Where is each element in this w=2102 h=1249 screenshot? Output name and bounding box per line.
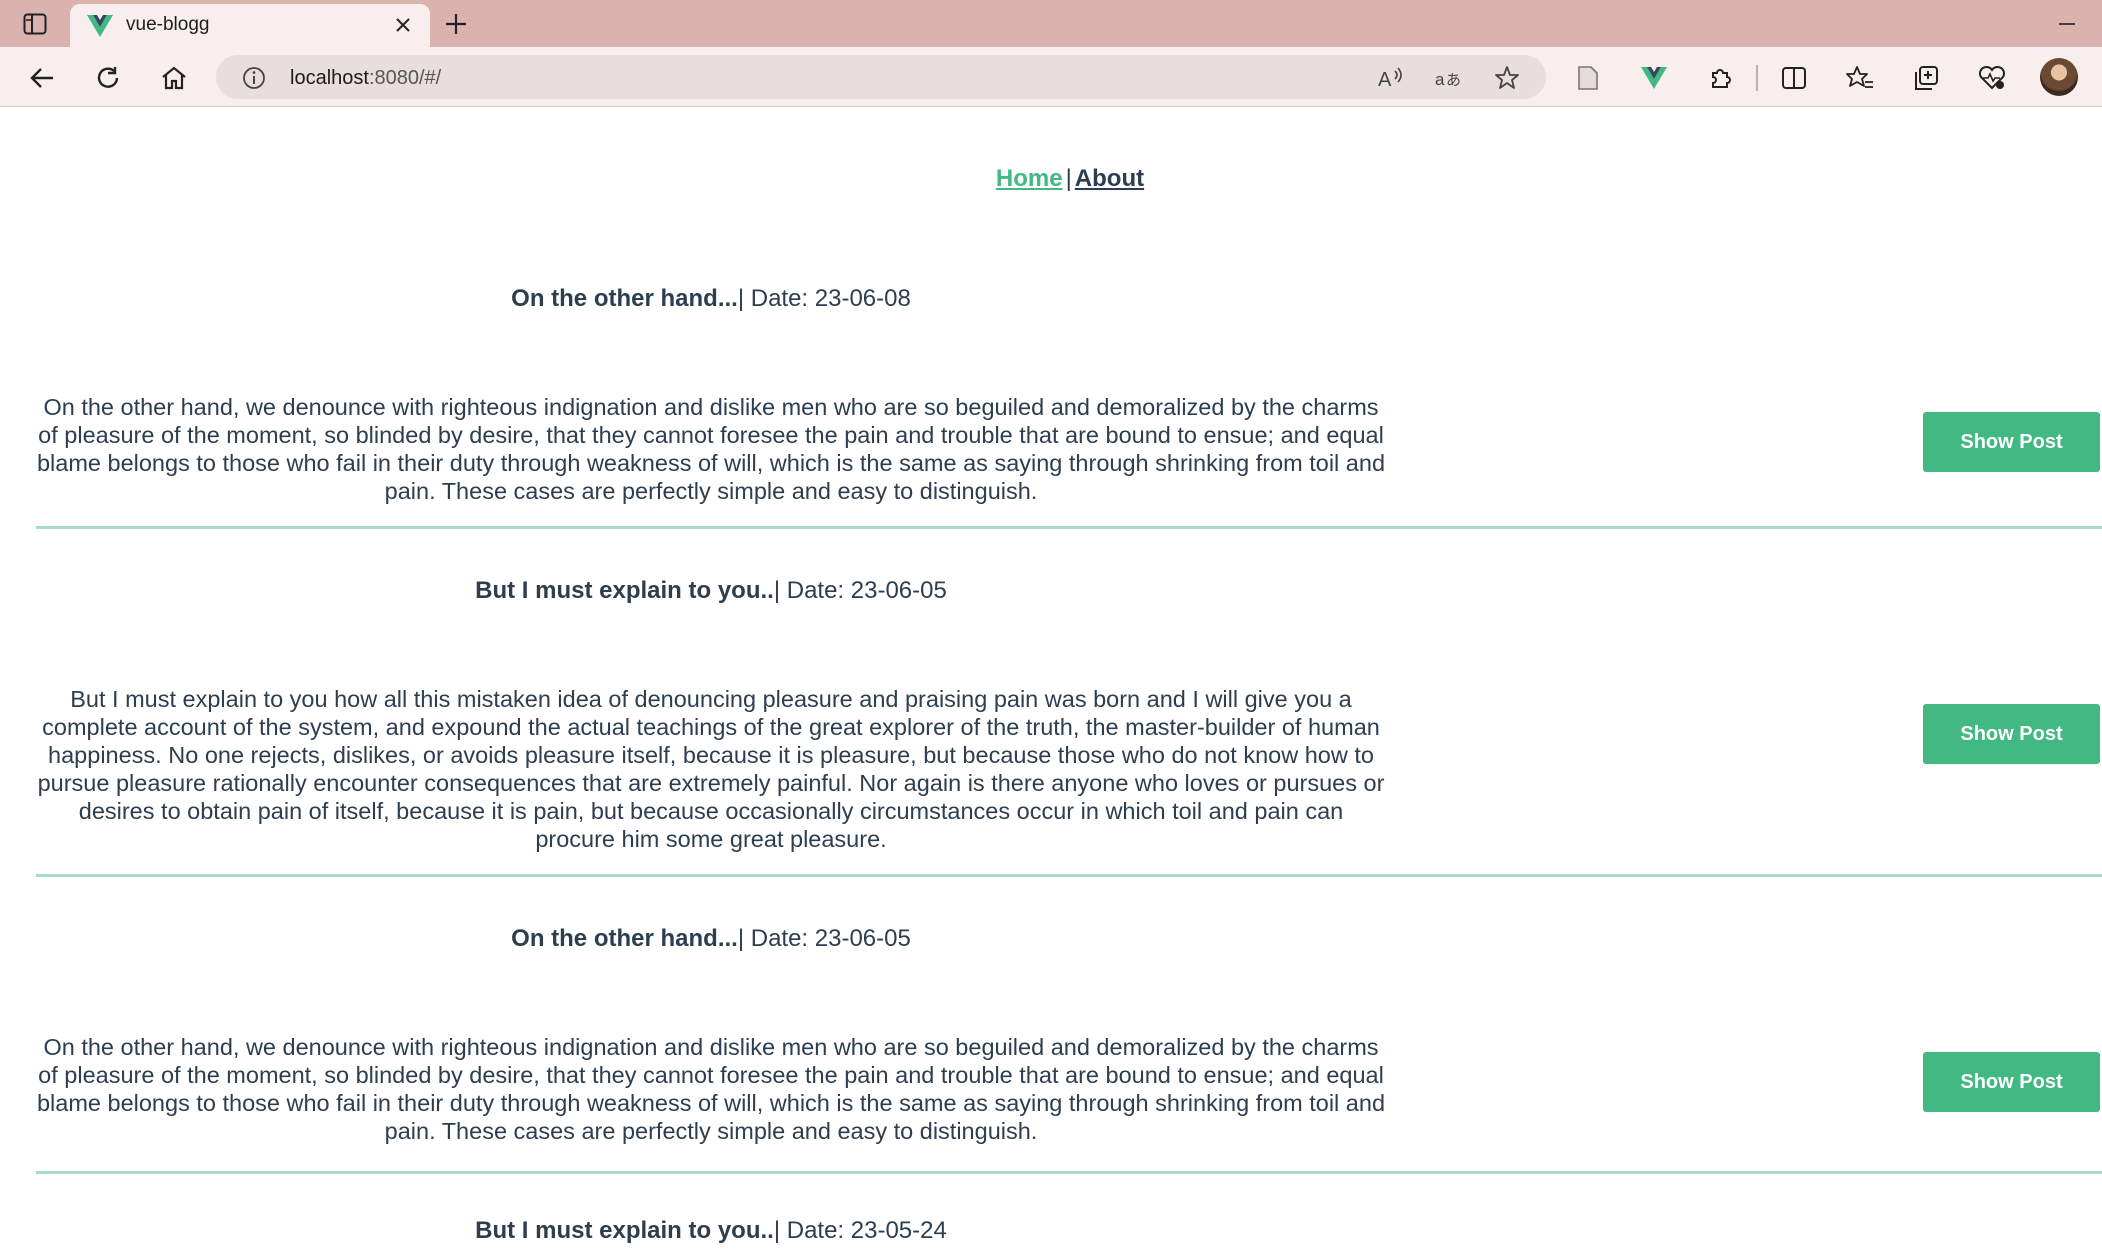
tab-strip: vue-blogg	[0, 0, 2102, 47]
read-aloud-icon[interactable]: A	[1376, 65, 1404, 96]
vue-devtools-icon[interactable]	[1636, 60, 1672, 96]
browser-toolbar: localhost:8080/#/ A aあ	[0, 47, 2102, 107]
toolbar-separator	[1756, 65, 1758, 91]
vue-logo-icon	[87, 14, 113, 43]
post-header: On the other hand...| Date: 23-06-08	[36, 285, 1386, 313]
new-tab-icon[interactable]	[440, 8, 472, 40]
post-body: On the other hand, we denounce with righ…	[36, 394, 1386, 504]
browser-tab[interactable]: vue-blogg	[70, 4, 430, 47]
address-bar[interactable]: localhost:8080/#/ A aあ	[216, 55, 1546, 99]
show-post-button[interactable]: Show Post	[1923, 412, 2100, 472]
favorites-icon[interactable]	[1842, 60, 1878, 96]
minimize-icon[interactable]	[2050, 10, 2084, 38]
post-date: | Date: 23-05-24	[773, 1217, 947, 1244]
collections-icon[interactable]	[1908, 60, 1944, 96]
post-header: But I must explain to you..| Date: 23-05…	[36, 1217, 1386, 1245]
translate-icon[interactable]: aあ	[1434, 65, 1462, 96]
refresh-icon[interactable]	[90, 60, 126, 96]
split-screen-icon[interactable]	[1776, 60, 1812, 96]
tab-actions-icon[interactable]	[20, 10, 50, 38]
url-text[interactable]: localhost:8080/#/	[290, 67, 441, 90]
svg-text:あ: あ	[1446, 71, 1461, 89]
post-title: But I must explain to you..	[475, 577, 774, 604]
tab-title: vue-blogg	[126, 14, 210, 35]
page-content: Home | About On the other hand...| Date: 2…	[0, 107, 2102, 1249]
top-nav: Home | About	[0, 165, 2102, 193]
nav-home-link[interactable]: Home	[996, 165, 1063, 192]
post-date: | Date: 23-06-05	[773, 577, 947, 604]
nav-separator: |	[1065, 165, 1072, 192]
svg-text:a: a	[1435, 70, 1445, 89]
post-title: On the other hand...	[511, 925, 738, 952]
browser-essentials-icon[interactable]	[1974, 60, 2010, 96]
nav-about-link[interactable]: About	[1075, 165, 1144, 192]
profile-avatar[interactable]	[2040, 58, 2078, 96]
post-header: On the other hand...| Date: 23-06-05	[36, 925, 1386, 953]
svg-text:A: A	[1378, 69, 1392, 91]
show-post-button[interactable]: Show Post	[1923, 704, 2100, 764]
post-title: But I must explain to you..	[475, 1217, 774, 1244]
post-divider	[36, 526, 2102, 529]
post-divider	[36, 874, 2102, 877]
page-icon[interactable]	[1570, 60, 1606, 96]
post-divider	[36, 1171, 2102, 1174]
extensions-icon[interactable]	[1702, 60, 1738, 96]
post-header: But I must explain to you..| Date: 23-06…	[36, 577, 1386, 605]
post-date: | Date: 23-06-08	[737, 285, 911, 312]
site-info-icon[interactable]	[242, 66, 266, 95]
post-body: But I must explain to you how all this m…	[37, 686, 1385, 852]
home-icon[interactable]	[156, 60, 192, 96]
back-icon[interactable]	[24, 60, 60, 96]
post-body: On the other hand, we denounce with righ…	[36, 1034, 1386, 1144]
close-icon[interactable]	[388, 10, 418, 40]
show-post-button[interactable]: Show Post	[1923, 1052, 2100, 1112]
post-date: | Date: 23-06-05	[737, 925, 911, 952]
post-title: On the other hand...	[511, 285, 738, 312]
favorite-star-icon[interactable]	[1494, 65, 1520, 96]
